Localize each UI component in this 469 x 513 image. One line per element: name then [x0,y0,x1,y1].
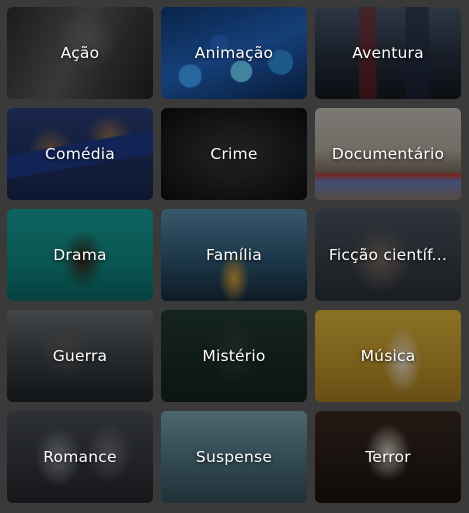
genre-tile-familia[interactable]: Família [161,209,307,301]
genre-label: Comédia [45,145,115,163]
genre-label: Terror [365,448,411,466]
genre-tile-romance[interactable]: Romance [7,411,153,503]
genre-tile-crime[interactable]: Crime [161,108,307,200]
genre-tile-misterio[interactable]: Mistério [161,310,307,402]
genre-label: Ficção científ... [328,246,448,264]
genre-label: Música [360,347,416,365]
genre-tile-ficcao-cientifica[interactable]: Ficção científ... [315,209,461,301]
genre-label: Crime [210,145,258,163]
genre-tile-terror[interactable]: Terror [315,411,461,503]
genre-tile-guerra[interactable]: Guerra [7,310,153,402]
genre-label: Aventura [352,44,424,62]
genre-label: Drama [53,246,107,264]
genre-label: Mistério [202,347,266,365]
genre-label: Ação [60,44,100,62]
genre-label: Romance [43,448,117,466]
genre-tile-aventura[interactable]: Aventura [315,7,461,99]
genre-label: Animação [194,44,274,62]
genre-tile-drama[interactable]: Drama [7,209,153,301]
genre-label: Família [206,246,262,264]
genre-label: Documentário [331,145,445,163]
genre-tile-comedia[interactable]: Comédia [7,108,153,200]
genre-tile-animacao[interactable]: Animação [161,7,307,99]
genre-label: Guerra [52,347,108,365]
genre-tile-musica[interactable]: Música [315,310,461,402]
genre-label: Suspense [195,448,273,466]
genre-tile-suspense[interactable]: Suspense [161,411,307,503]
genre-grid: Ação Animação Aventura Comédia Crime Doc… [0,0,469,513]
genre-tile-acao[interactable]: Ação [7,7,153,99]
genre-tile-documentario[interactable]: Documentário [315,108,461,200]
